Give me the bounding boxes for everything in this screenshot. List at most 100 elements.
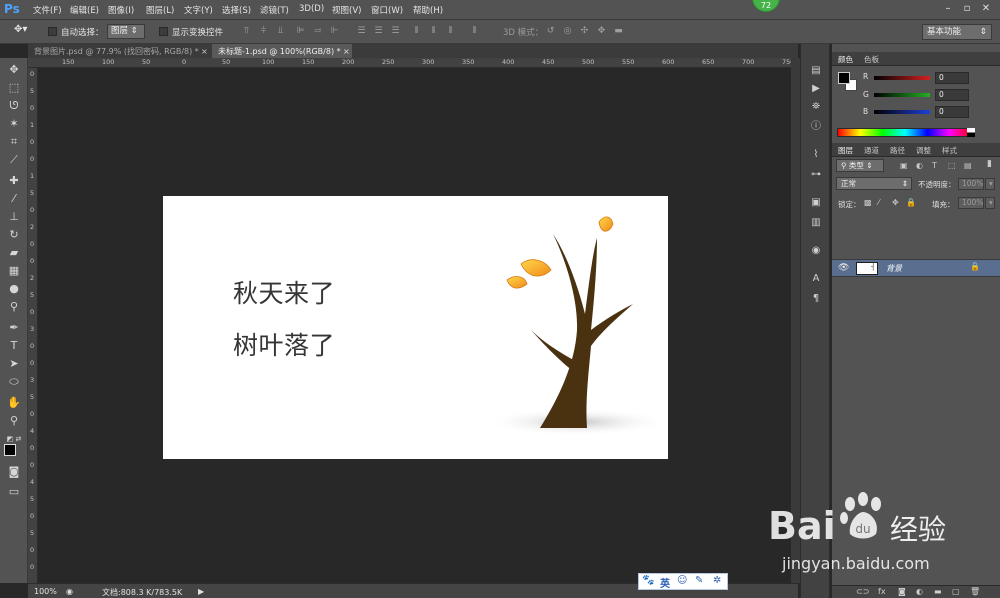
3d-scale-icon[interactable]: ▬ xyxy=(613,26,624,37)
channel-g-slider[interactable] xyxy=(874,93,930,97)
move-tool-icon[interactable]: ✥ xyxy=(6,62,22,78)
history-panel-icon[interactable]: ▤ xyxy=(809,64,823,78)
tab-layers[interactable]: 图层 xyxy=(838,145,853,156)
document-canvas[interactable]: 秋天来了 树叶落了 xyxy=(163,196,668,459)
tab-channels[interactable]: 通道 xyxy=(864,145,879,156)
type-tool-icon[interactable]: T xyxy=(6,338,22,354)
foreground-color-swatch[interactable] xyxy=(4,444,16,456)
adjustment-layer-icon[interactable]: ◐ xyxy=(916,587,923,596)
clone-stamp-tool-icon[interactable]: ⊥ xyxy=(6,209,22,225)
distribute-top-icon[interactable]: ☰ xyxy=(356,26,367,37)
tab-untitled-psd[interactable]: 未标题-1.psd @ 100%(RGB/8) * xyxy=(212,44,352,59)
color-spectrum-ramp[interactable] xyxy=(837,128,973,137)
tab-styles[interactable]: 样式 xyxy=(942,145,957,156)
distribute-right-icon[interactable]: ⦀ xyxy=(445,26,456,37)
character-panel-icon[interactable]: A xyxy=(809,272,823,286)
filter-smart-object-icon[interactable]: ▤ xyxy=(964,161,972,170)
layer-filter-select[interactable]: ⚲ 类型 ⇕ xyxy=(836,159,884,172)
3d-pan-icon[interactable]: ✣ xyxy=(579,26,590,37)
ime-paw-icon[interactable]: 🐾 xyxy=(642,575,654,586)
3d-rotate-icon[interactable]: ↺ xyxy=(545,26,556,37)
filter-toggle-icon[interactable]: ▮ xyxy=(987,159,992,169)
ime-settings-icon[interactable]: ✲ xyxy=(713,575,721,586)
eyedropper-tool-icon[interactable]: ⟋ xyxy=(6,152,22,168)
menu-select[interactable]: 选择(S) xyxy=(222,4,251,16)
opacity-dropdown-icon[interactable]: ▾ xyxy=(985,178,995,190)
delete-layer-icon[interactable]: 🗑 xyxy=(970,587,980,596)
add-mask-icon[interactable]: ◙ xyxy=(898,587,906,596)
menu-window[interactable]: 窗口(W) xyxy=(371,4,403,16)
actions-panel-icon[interactable]: ▶ xyxy=(809,82,823,96)
lock-transparent-icon[interactable]: ▩ xyxy=(864,198,872,207)
menu-3d[interactable]: 3D(D) xyxy=(299,4,324,14)
properties-panel-icon[interactable]: ⛯ xyxy=(809,100,823,114)
channel-b-value[interactable]: 0 xyxy=(935,106,969,118)
channel-r-value[interactable]: 0 xyxy=(935,72,969,84)
tab-adjustments[interactable]: 调整 xyxy=(916,145,931,156)
eraser-tool-icon[interactable]: ▰ xyxy=(6,245,22,261)
layer-name[interactable]: 背景 xyxy=(886,263,902,274)
layer-lock-icon[interactable]: 🔒 xyxy=(970,262,980,271)
distribute-vcenter-icon[interactable]: ☰ xyxy=(373,26,384,37)
menu-image[interactable]: 图像(I) xyxy=(108,4,134,16)
blend-mode-select[interactable]: 正常 ⇕ xyxy=(836,177,912,190)
color-foreground-swatch[interactable] xyxy=(838,72,850,84)
tab-background-psd[interactable]: 背景图片.psd @ 77.9% (找回密码, RGB/8) * xyxy=(28,44,210,59)
distribute-bottom-icon[interactable]: ☰ xyxy=(390,26,401,37)
align-vcenter-icon[interactable]: ⫩ xyxy=(258,26,269,37)
fill-dropdown-icon[interactable]: ▾ xyxy=(985,197,995,209)
filter-shape-icon[interactable]: ⬚ xyxy=(948,161,956,170)
lasso-tool-icon[interactable]: ᘎ xyxy=(6,98,22,114)
clone-source-panel-icon[interactable]: ◉ xyxy=(809,244,823,258)
channel-r-slider[interactable] xyxy=(874,76,930,80)
auto-align-icon[interactable]: ⫴ xyxy=(469,26,480,37)
fill-field[interactable]: 100% xyxy=(958,197,984,209)
link-layers-icon[interactable]: ⊂⊃ xyxy=(856,587,869,596)
new-group-icon[interactable]: ▬ xyxy=(934,587,942,596)
menu-layer[interactable]: 图层(L) xyxy=(146,4,174,16)
zoom-tool-icon[interactable]: ⚲ xyxy=(6,413,22,429)
menu-filter[interactable]: 滤镜(T) xyxy=(260,4,289,16)
dodge-tool-icon[interactable]: ⚲ xyxy=(6,299,22,315)
align-top-icon[interactable]: ⫪ xyxy=(241,26,252,37)
path-selection-tool-icon[interactable]: ➤ xyxy=(6,356,22,372)
notes-panel-icon[interactable]: ▥ xyxy=(809,216,823,230)
ime-language-mode[interactable]: 英 xyxy=(660,575,670,590)
pen-tool-icon[interactable]: ✒ xyxy=(6,320,22,336)
quick-mask-icon[interactable]: ◙ xyxy=(6,464,22,480)
tab-paths[interactable]: 路径 xyxy=(890,145,905,156)
notification-badge[interactable]: 72 xyxy=(752,0,780,12)
align-bottom-icon[interactable]: ⫫ xyxy=(275,26,286,37)
restore-icon[interactable]: ▫ xyxy=(959,2,975,15)
magic-wand-tool-icon[interactable]: ✶ xyxy=(6,116,22,132)
healing-brush-tool-icon[interactable]: ✚ xyxy=(6,173,22,189)
status-info-icon[interactable]: ◉ xyxy=(66,587,73,596)
ime-pen-icon[interactable]: ✎ xyxy=(695,575,703,586)
channel-g-value[interactable]: 0 xyxy=(935,89,969,101)
tab-close-icon[interactable]: × xyxy=(201,44,208,59)
workspace-select[interactable]: 基本功能 ⇕ xyxy=(922,24,992,40)
filter-pixel-icon[interactable]: ▣ xyxy=(900,161,908,170)
filter-adjustment-icon[interactable]: ◐ xyxy=(916,161,923,170)
status-menu-arrow-icon[interactable]: ▶ xyxy=(198,587,204,596)
distribute-hcenter-icon[interactable]: ⦀ xyxy=(428,26,439,37)
brush-panel-icon[interactable]: ⌇ xyxy=(809,148,823,162)
screen-mode-icon[interactable]: ▭ xyxy=(6,484,22,500)
menu-file[interactable]: 文件(F) xyxy=(33,4,62,16)
shape-tool-icon[interactable]: ⬭ xyxy=(6,374,22,390)
show-transform-checkbox[interactable] xyxy=(159,27,168,36)
hand-tool-icon[interactable]: ✋ xyxy=(6,395,22,411)
tool-presets-panel-icon[interactable]: ⊶ xyxy=(809,168,823,182)
paragraph-panel-icon[interactable]: ¶ xyxy=(809,292,823,306)
channel-b-slider[interactable] xyxy=(874,110,930,114)
tab-color[interactable]: 颜色 xyxy=(838,54,853,65)
layer-style-icon[interactable]: fx xyxy=(878,587,886,596)
menu-type[interactable]: 文字(Y) xyxy=(184,4,213,16)
zoom-level[interactable]: 100% xyxy=(34,587,57,596)
layer-comps-panel-icon[interactable]: ▣ xyxy=(809,196,823,210)
brush-tool-icon[interactable]: ⁄ xyxy=(6,191,22,207)
ime-emoji-icon[interactable]: ☺ xyxy=(677,575,687,586)
history-brush-tool-icon[interactable]: ↻ xyxy=(6,227,22,243)
filter-type-icon[interactable]: T xyxy=(932,161,937,170)
tab-swatches[interactable]: 色板 xyxy=(864,54,879,65)
